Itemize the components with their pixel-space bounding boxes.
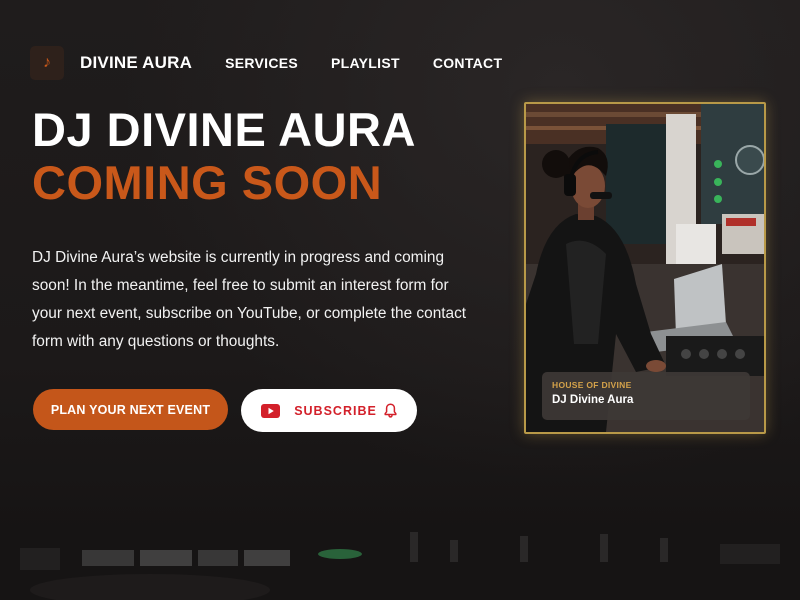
intro-paragraph: DJ Divine Aura’s website is currently in… xyxy=(32,249,467,350)
nav-link-playlist[interactable]: PLAYLIST xyxy=(331,55,400,71)
caption-name: DJ Divine Aura xyxy=(552,394,634,406)
brand-name[interactable]: DIVINE AURA xyxy=(80,53,192,73)
nav-link-contact[interactable]: CONTACT xyxy=(433,55,503,71)
plan-event-button[interactable]: PLAN YOUR NEXT EVENT xyxy=(33,389,228,430)
nav-link-services[interactable]: SERVICES xyxy=(225,55,298,71)
music-note-icon[interactable]: ♪ xyxy=(30,46,64,80)
bell-icon xyxy=(384,403,397,418)
hero-title: DJ DIVINE AURA xyxy=(32,103,416,156)
top-nav: ♪ DIVINE AURA SERVICES PLAYLIST CONTACT xyxy=(30,46,535,80)
plan-event-label: PLAN YOUR NEXT EVENT xyxy=(50,402,211,417)
dj-deck-background xyxy=(0,532,800,600)
dj-photo-card: HOUSE OF DIVINE DJ Divine Aura xyxy=(524,102,766,434)
nav-links: SERVICES PLAYLIST CONTACT xyxy=(225,55,535,71)
subscribe-button[interactable]: SUBSCRIBE xyxy=(241,389,417,432)
subscribe-label: SUBSCRIBE xyxy=(294,403,377,418)
caption-small: HOUSE OF DIVINE xyxy=(552,380,632,390)
photo-caption: HOUSE OF DIVINE DJ Divine Aura xyxy=(542,372,750,420)
youtube-icon xyxy=(261,403,281,418)
hero-subtitle: COMING SOON xyxy=(32,156,383,209)
